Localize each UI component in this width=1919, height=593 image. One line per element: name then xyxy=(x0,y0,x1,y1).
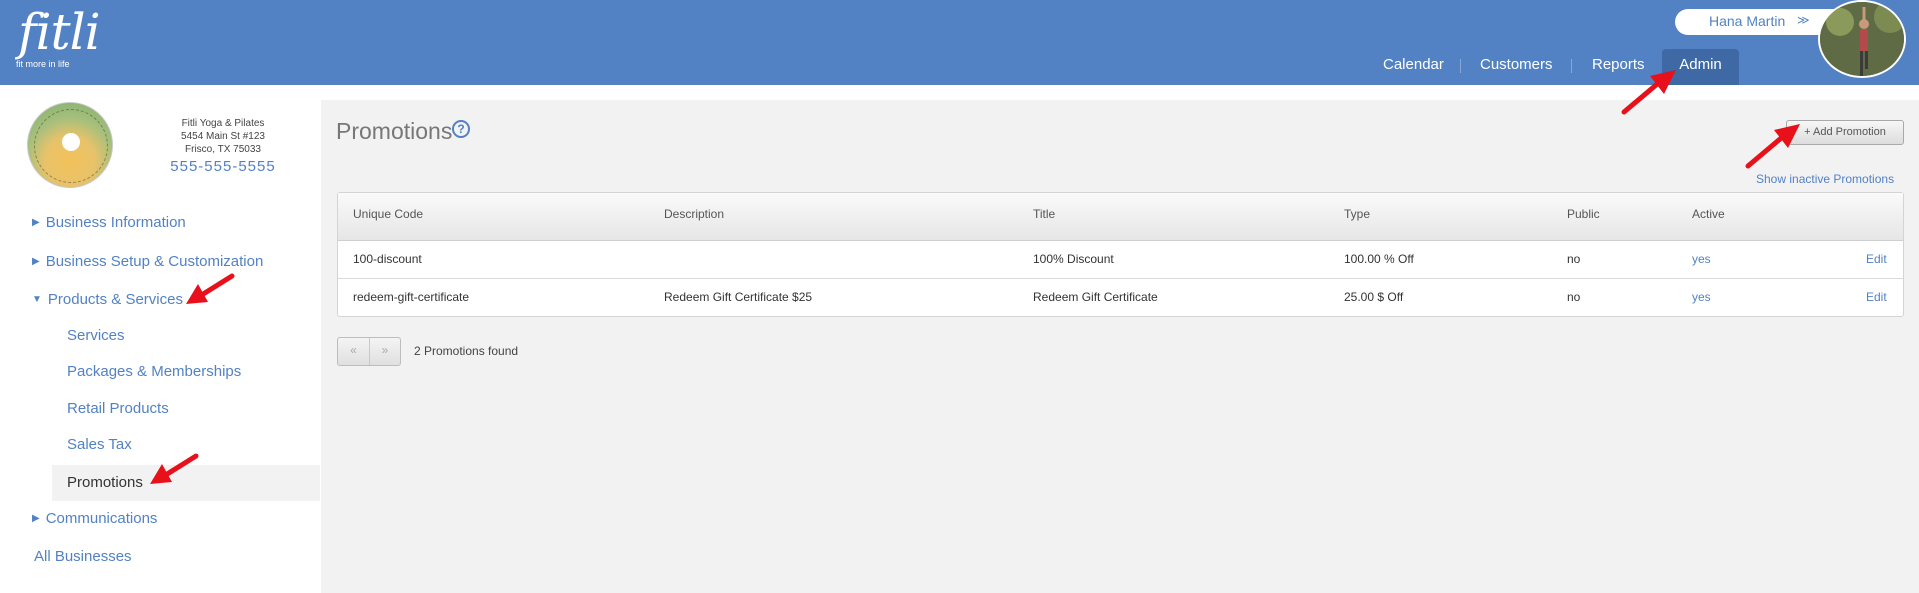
chevron-down-icon: ≫ xyxy=(1797,13,1810,27)
logo-wordmark: fitli xyxy=(18,3,101,61)
header-active[interactable]: Active xyxy=(1692,207,1725,221)
header-unique-code[interactable]: Unique Code xyxy=(353,207,423,221)
header-title[interactable]: Title xyxy=(1033,207,1055,221)
table-row: redeem-gift-certificate Redeem Gift Cert… xyxy=(338,279,1903,317)
cell-type: 25.00 $ Off xyxy=(1344,290,1404,304)
promotions-table: Unique Code Description Title Type Publi… xyxy=(337,192,1904,317)
nav-divider xyxy=(1460,59,1461,73)
sidebar-item-all-businesses[interactable]: All Businesses xyxy=(34,548,132,565)
table-header: Unique Code Description Title Type Publi… xyxy=(338,193,1903,241)
sidebar-item-services[interactable]: Services xyxy=(67,327,125,344)
caret-right-icon: ▶ xyxy=(32,256,40,267)
business-street: 5454 Main St #123 xyxy=(181,131,265,142)
avatar[interactable] xyxy=(1818,0,1906,78)
business-name: Fitli Yoga & Pilates xyxy=(181,118,265,129)
caret-right-icon: ▶ xyxy=(32,217,40,228)
caret-down-icon: ▼ xyxy=(32,294,42,305)
sidebar-item-business-information[interactable]: ▶ Business Information xyxy=(32,214,186,231)
caret-right-icon: ▶ xyxy=(32,513,40,524)
cell-public: no xyxy=(1567,252,1581,266)
sidebar-item-label: Promotions xyxy=(67,474,143,491)
sidebar-item-packages-memberships[interactable]: Packages & Memberships xyxy=(67,363,241,380)
sidebar-item-products-services[interactable]: ▼ Products & Services xyxy=(32,291,183,308)
cell-type: 100.00 % Off xyxy=(1344,252,1414,266)
cell-code: 100-discount xyxy=(353,252,422,266)
business-phone[interactable]: 555-555-5555 xyxy=(163,158,283,175)
help-icon[interactable]: ? xyxy=(452,120,470,138)
results-count: 2 Promotions found xyxy=(414,344,519,358)
pager-next-button[interactable]: » xyxy=(370,338,400,365)
nav-divider xyxy=(1571,59,1572,73)
cell-code: redeem-gift-certificate xyxy=(353,290,470,304)
nav-calendar[interactable]: Calendar xyxy=(1371,49,1456,85)
edit-link[interactable]: Edit xyxy=(1866,290,1887,304)
active-toggle-link[interactable]: yes xyxy=(1692,252,1711,266)
logo-tagline: fit more in life xyxy=(16,59,70,69)
avatar-photo xyxy=(1820,2,1904,76)
sidebar-item-sales-tax[interactable]: Sales Tax xyxy=(67,436,132,453)
main-panel xyxy=(321,100,1919,593)
header-description[interactable]: Description xyxy=(664,207,724,221)
cell-title: 100% Discount xyxy=(1033,252,1114,266)
annotation-arrow xyxy=(150,453,199,484)
user-name: Hana Martin xyxy=(1709,13,1786,29)
fitli-logo[interactable]: fitli fit more in life xyxy=(12,4,102,74)
pagination: « » xyxy=(337,337,401,366)
active-toggle-link[interactable]: yes xyxy=(1692,290,1711,304)
business-logo xyxy=(27,102,113,188)
nav-customers[interactable]: Customers xyxy=(1468,49,1565,85)
yoga-figure-icon xyxy=(62,133,80,151)
cell-public: no xyxy=(1567,290,1581,304)
cell-title: Redeem Gift Certificate xyxy=(1033,290,1158,304)
annotation-arrow xyxy=(1745,124,1800,169)
business-city: Frisco, TX 75033 xyxy=(185,144,261,155)
header-type[interactable]: Type xyxy=(1344,207,1370,221)
cell-description: Redeem Gift Certificate $25 xyxy=(664,290,813,304)
sidebar-item-business-setup[interactable]: ▶ Business Setup & Customization xyxy=(32,253,263,270)
sidebar-item-communications[interactable]: ▶ Communications xyxy=(32,510,157,527)
page-title: Promotions xyxy=(336,118,453,144)
show-inactive-link[interactable]: Show inactive Promotions xyxy=(1756,172,1894,186)
annotation-arrow xyxy=(186,273,235,304)
header-public[interactable]: Public xyxy=(1567,207,1600,221)
sidebar-item-retail-products[interactable]: Retail Products xyxy=(67,400,169,417)
pager-prev-button[interactable]: « xyxy=(338,338,370,365)
edit-link[interactable]: Edit xyxy=(1866,252,1887,266)
business-address: Fitli Yoga & Pilates 5454 Main St #123 F… xyxy=(163,117,283,156)
table-row: 100-discount 100% Discount 100.00 % Off … xyxy=(338,241,1903,279)
annotation-arrow xyxy=(1621,70,1676,115)
